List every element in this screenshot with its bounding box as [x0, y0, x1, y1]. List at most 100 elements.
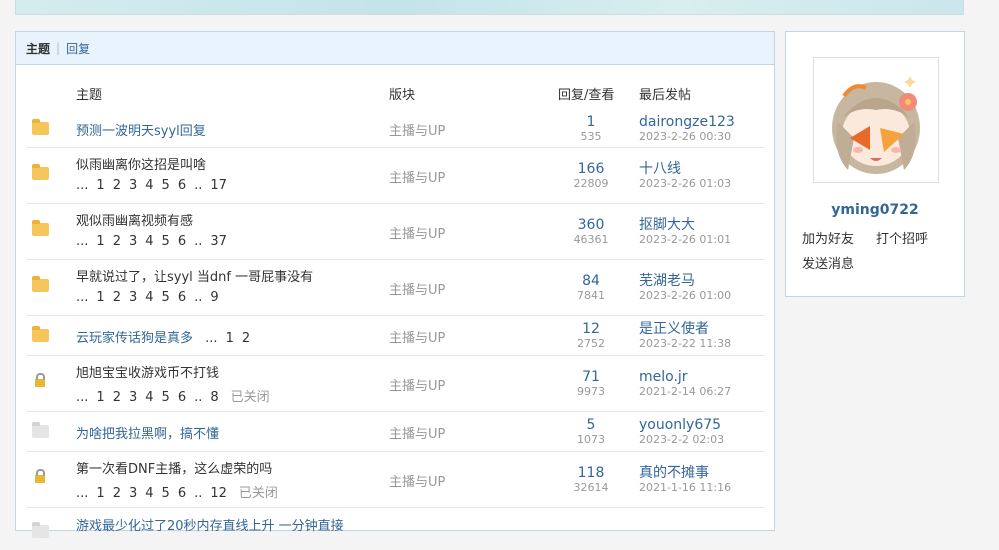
page-link[interactable]: 4	[145, 178, 153, 193]
thread-title-link[interactable]: 似雨幽离你这招是叫啥	[76, 154, 206, 173]
tab-topics[interactable]: 主题	[26, 40, 50, 57]
forum-link[interactable]: 主播与UP	[389, 223, 445, 242]
page-link[interactable]: 5	[162, 290, 170, 305]
forum-link[interactable]: 主播与UP	[389, 423, 445, 442]
page-link[interactable]: ...	[76, 178, 88, 193]
page-link[interactable]: 2	[113, 486, 121, 501]
forum-link[interactable]: 主播与UP	[389, 327, 445, 346]
last-poster-link[interactable]: 十八线	[639, 161, 731, 177]
page-link[interactable]: 1	[226, 331, 234, 346]
page-link[interactable]: 2	[113, 390, 121, 405]
greet-link[interactable]: 打个招呼	[876, 228, 928, 247]
page-link[interactable]: 8	[210, 390, 218, 405]
thread-title-link[interactable]: 第一次看DNF主播，这么虚荣的吗	[76, 458, 272, 477]
page-link[interactable]: 2	[113, 234, 121, 249]
page-link[interactable]: ..	[194, 486, 202, 501]
thread-title-link[interactable]: 早就说过了，让syyl 当dnf 一哥屁事没有	[76, 266, 313, 285]
page-link[interactable]: 1	[96, 234, 104, 249]
page-link[interactable]: 3	[129, 390, 137, 405]
thread-title-link[interactable]: 为啥把我拉黑啊，搞不懂	[76, 423, 219, 442]
forum-link[interactable]: 主播与UP	[389, 375, 445, 394]
last-post-time[interactable]: 2023-2-22 11:38	[639, 337, 731, 351]
last-poster-link[interactable]: 真的不摊事	[639, 465, 731, 481]
last-post-time[interactable]: 2023-2-26 01:01	[639, 233, 731, 247]
page-link[interactable]: 6	[178, 486, 186, 501]
page-link[interactable]: 17	[210, 178, 227, 193]
page-link[interactable]: 6	[178, 178, 186, 193]
thread-title-link[interactable]: 观似雨幽离视频有感	[76, 210, 193, 229]
forum-link[interactable]: 主播与UP	[389, 120, 445, 139]
forum-link[interactable]: 主播与UP	[389, 167, 445, 186]
page-link[interactable]: 1	[96, 290, 104, 305]
table-row[interactable]: 预测一波明天syyl回复 主播与UP 1 535 dairongze123 202…	[26, 109, 764, 148]
page-link[interactable]: 12	[210, 486, 227, 501]
page-link[interactable]: ..	[194, 390, 202, 405]
reply-count[interactable]: 71	[556, 369, 626, 385]
reply-count[interactable]: 1	[556, 114, 626, 130]
forum-link[interactable]: 主播与UP	[389, 471, 445, 490]
page-link[interactable]: 3	[129, 178, 137, 193]
page-link[interactable]: 6	[178, 390, 186, 405]
page-link[interactable]: ...	[76, 290, 88, 305]
page-link[interactable]: 6	[178, 234, 186, 249]
page-link[interactable]: ..	[194, 178, 202, 193]
last-post-time[interactable]: 2023-2-2 02:03	[639, 433, 724, 447]
thread-title-link[interactable]: 云玩家传话狗是真多 ... 1 2	[76, 327, 250, 346]
last-poster-link[interactable]: 是正义使者	[639, 321, 731, 337]
page-link[interactable]: 5	[162, 234, 170, 249]
add-friend-link[interactable]: 加为好友	[802, 228, 854, 247]
table-row[interactable]: 第一次看DNF主播，这么虚荣的吗... 1 2 3 4 5 6.. 12 已关闭 主播与UP 11…	[26, 451, 764, 508]
page-link[interactable]: 1	[96, 178, 104, 193]
last-poster-link[interactable]: melo.jr	[639, 369, 731, 385]
page-link[interactable]: ..	[194, 290, 202, 305]
last-post-time[interactable]: 2023-2-26 00:30	[639, 130, 735, 144]
reply-count[interactable]: 5	[556, 417, 626, 433]
page-link[interactable]: ..	[194, 234, 202, 249]
table-row[interactable]: 旭旭宝宝收游戏币不打钱... 1 2 3 4 5 6.. 8 已关闭 主播与UP 71 9973 …	[26, 355, 764, 412]
page-link[interactable]: ...	[76, 486, 88, 501]
reply-count[interactable]: 166	[556, 161, 626, 177]
page-link[interactable]: 4	[145, 290, 153, 305]
page-link[interactable]: 1	[96, 486, 104, 501]
last-post-time[interactable]: 2021-2-14 06:27	[639, 385, 731, 399]
last-poster-link[interactable]: 抠脚大大	[639, 217, 731, 233]
page-link[interactable]: 4	[145, 486, 153, 501]
thread-title-link[interactable]: 预测一波明天syyl回复	[76, 120, 206, 139]
forum-link[interactable]: 主播与UP	[389, 279, 445, 298]
page-link[interactable]: 3	[129, 486, 137, 501]
page-link[interactable]: ...	[205, 331, 217, 346]
last-poster-link[interactable]: dairongze123	[639, 114, 735, 130]
table-row-partial[interactable]: 游戏最少化过了20秒内存直线上升 一分钟直接	[26, 510, 764, 550]
page-link[interactable]: 5	[162, 178, 170, 193]
page-link[interactable]: 5	[162, 486, 170, 501]
page-link[interactable]: 2	[113, 290, 121, 305]
page-link[interactable]: 9	[210, 290, 218, 305]
last-post-time[interactable]: 2023-2-26 01:00	[639, 289, 731, 303]
page-link[interactable]: 5	[162, 390, 170, 405]
send-message-link[interactable]: 发送消息	[802, 253, 854, 272]
page-link[interactable]: 4	[145, 390, 153, 405]
page-link[interactable]: 37	[210, 234, 227, 249]
table-row[interactable]: 云玩家传话狗是真多 ... 1 2 主播与UP 12 2752 是正义使者 2023-…	[26, 315, 764, 356]
reply-count[interactable]: 84	[556, 273, 626, 289]
page-link[interactable]: 2	[242, 331, 250, 346]
thread-title-link[interactable]: 游戏最少化过了20秒内存直线上升 一分钟直接	[76, 515, 344, 534]
thread-title-link[interactable]: 旭旭宝宝收游戏币不打钱	[76, 362, 219, 381]
last-poster-link[interactable]: 芜湖老马	[639, 273, 731, 289]
page-link[interactable]: 3	[129, 290, 137, 305]
table-row[interactable]: 观似雨幽离视频有感... 1 2 3 4 5 6.. 37 主播与UP 360 46361 抠脚…	[26, 203, 764, 260]
page-link[interactable]: 2	[113, 178, 121, 193]
page-link[interactable]: 6	[178, 290, 186, 305]
page-link[interactable]: 3	[129, 234, 137, 249]
table-row[interactable]: 似雨幽离你这招是叫啥... 1 2 3 4 5 6.. 17 主播与UP 166 22809 十…	[26, 147, 764, 204]
reply-count[interactable]: 12	[556, 321, 626, 337]
page-link[interactable]: ...	[76, 234, 88, 249]
reply-count[interactable]: 360	[556, 217, 626, 233]
last-poster-link[interactable]: youonly675	[639, 417, 724, 433]
last-post-time[interactable]: 2023-2-26 01:03	[639, 177, 731, 191]
profile-username[interactable]: yming0722	[786, 202, 964, 218]
page-link[interactable]: ...	[76, 390, 88, 405]
tab-replies[interactable]: 回复	[66, 40, 90, 57]
avatar[interactable]	[813, 57, 939, 183]
page-link[interactable]: 4	[145, 234, 153, 249]
